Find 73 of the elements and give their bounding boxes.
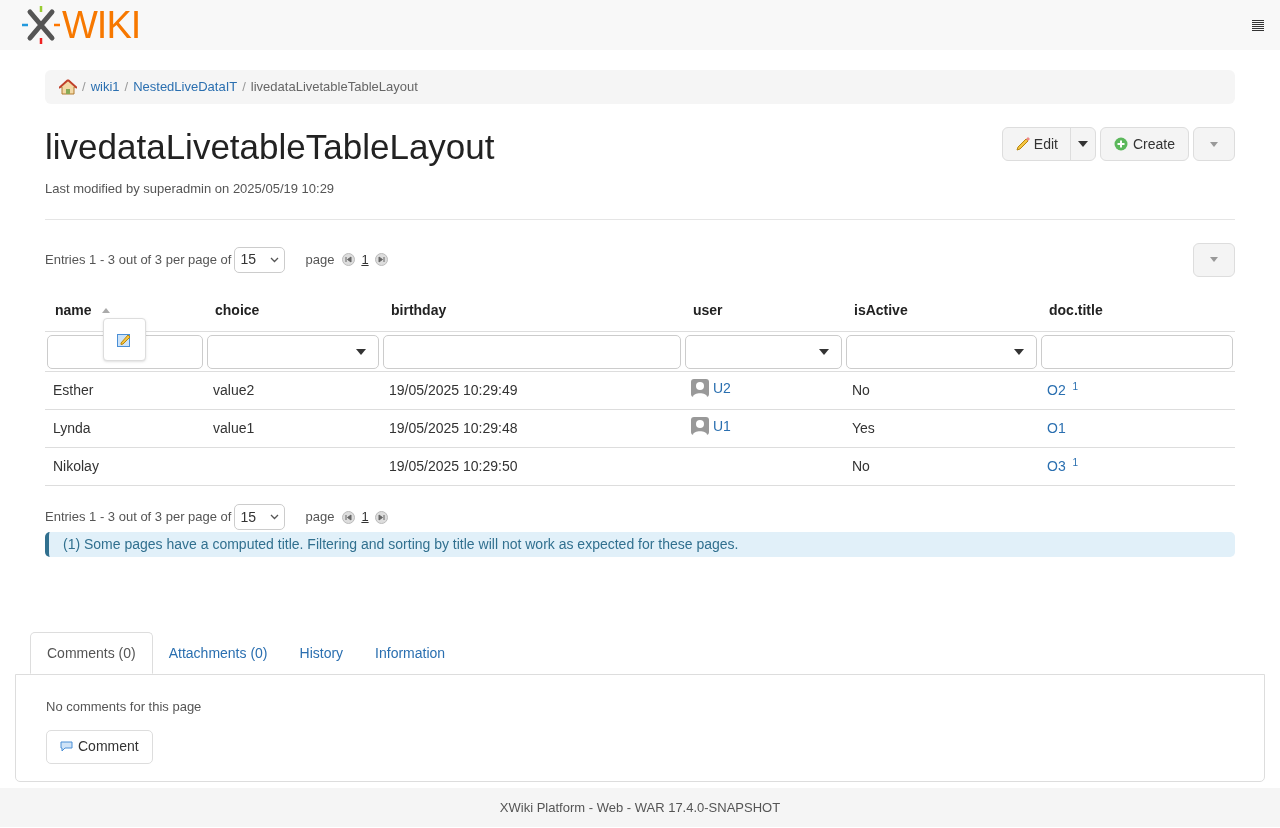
footnote-mark: 1 [1072, 457, 1079, 468]
footnote-mark: 1 [1072, 381, 1079, 392]
page-label: page [305, 250, 335, 269]
page-label: page [305, 508, 335, 527]
page-title: livedataLivetableTableLayout [45, 127, 495, 167]
breadcrumb-separator: / [124, 78, 129, 97]
speech-bubble-icon [60, 741, 73, 752]
table-cell: Nikolay [45, 447, 205, 486]
tab[interactable]: History [283, 632, 360, 674]
table-cell: Esther [45, 371, 205, 410]
pencil-icon [1014, 136, 1031, 152]
caret-icon [819, 348, 829, 355]
column-header[interactable]: birthday [381, 289, 683, 332]
table-cell: No [844, 371, 1039, 410]
comment-button[interactable]: Comment [46, 729, 153, 764]
caret-icon [356, 348, 366, 355]
title-link[interactable]: O2 [1047, 382, 1066, 398]
caret-icon [1210, 141, 1218, 147]
avatar-icon [691, 417, 709, 436]
last-modified-text: Last modified by superadmin on 2025/05/19 10:29 [45, 180, 336, 198]
tab[interactable]: Comments (0) [30, 632, 153, 674]
breadcrumb-separator: / [82, 78, 86, 97]
page-link[interactable]: 1 [361, 249, 369, 270]
table-cell: Lynda [45, 409, 205, 448]
page-link[interactable]: 1 [361, 507, 369, 527]
caret-icon [1210, 257, 1218, 262]
user-link[interactable]: U1 [713, 415, 731, 437]
table-cell: Yes [844, 409, 1039, 448]
column-header[interactable]: name [45, 289, 205, 332]
logo-icon [22, 6, 60, 44]
edit-popover[interactable] [103, 318, 146, 361]
home-icon[interactable] [59, 79, 77, 95]
last-page-icon[interactable] [374, 253, 388, 266]
per-page-select[interactable]: 15 [234, 504, 286, 530]
no-comments-text: No comments for this page [46, 698, 203, 716]
tab[interactable]: Information [359, 632, 462, 674]
avatar-icon [691, 379, 709, 398]
column-header[interactable]: doc.title [1039, 289, 1235, 332]
info-message: (1) Some pages have a computed title. Filtering and sorting by title will not work as expected for these pages. [45, 532, 1235, 557]
chevron-icon [270, 256, 280, 263]
table-cell: value2 [205, 371, 381, 410]
edit-icon [117, 332, 132, 347]
last-page-icon[interactable] [374, 510, 388, 524]
breadcrumb-current: livedataLivetableTableLayout [250, 78, 418, 97]
filter-input[interactable] [383, 334, 681, 369]
entries-text: Entries 1 - 3 out of 3 per page of [45, 250, 232, 269]
column-header[interactable]: isActive [844, 289, 1039, 332]
tab[interactable]: Attachments (0) [152, 632, 284, 674]
title-link[interactable]: O3 [1047, 458, 1066, 474]
plus-circle-icon [1113, 137, 1128, 151]
filter-input[interactable] [1041, 334, 1233, 369]
table-cell: value1 [205, 409, 381, 448]
table-cell: 19/05/2025 10:29:49 [381, 371, 683, 410]
first-page-icon[interactable] [342, 510, 356, 524]
table-cell: 19/05/2025 10:29:48 [381, 409, 683, 448]
breadcrumb-link[interactable]: wiki1 [90, 77, 120, 97]
footer-text: XWiki Platform - Web - WAR 17.4.0-SNAPSHOT [499, 798, 781, 817]
chevron-icon [270, 514, 280, 520]
table-cell: No [844, 447, 1039, 486]
entries-text: Entries 1 - 3 out of 3 per page of [45, 508, 232, 527]
menu-icon[interactable] [1252, 19, 1264, 31]
title-link[interactable]: O1 [1047, 420, 1066, 436]
table-cell: 19/05/2025 10:29:50 [381, 447, 683, 486]
first-page-icon[interactable] [342, 253, 356, 266]
column-header[interactable]: user [683, 289, 844, 332]
column-header[interactable]: choice [205, 289, 381, 332]
breadcrumb-separator: / [242, 78, 246, 97]
user-link[interactable]: U2 [713, 377, 731, 399]
breadcrumb-link[interactable]: NestedLiveDataIT [133, 77, 238, 97]
caret-icon [1014, 348, 1024, 355]
create-button[interactable]: Create [1099, 127, 1189, 161]
caret-icon [1077, 141, 1088, 147]
per-page-select[interactable]: 15 [234, 246, 286, 273]
